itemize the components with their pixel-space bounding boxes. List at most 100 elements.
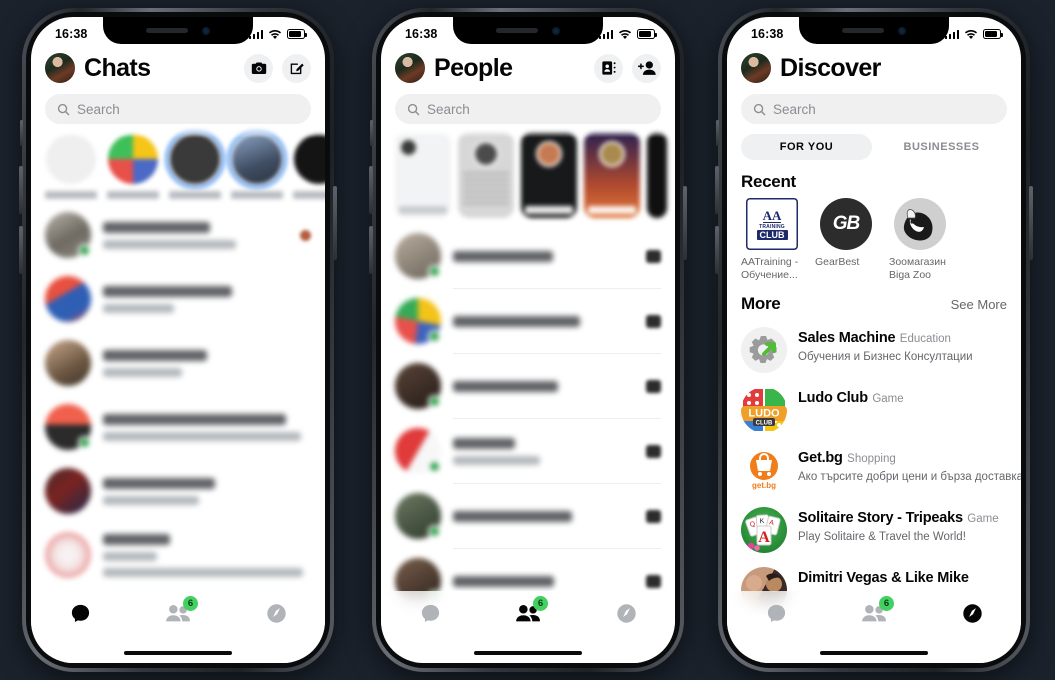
profile-avatar[interactable] [741, 53, 771, 83]
chat-row[interactable] [45, 459, 311, 523]
tab-chats[interactable] [381, 602, 479, 625]
chat-row[interactable] [45, 331, 311, 395]
recent-item[interactable]: AA TRAINING CLUB AATraining - Обучение..… [741, 198, 803, 282]
tab-discover[interactable] [227, 602, 325, 625]
story-your-story[interactable] [395, 132, 451, 218]
video-call-icon[interactable] [646, 509, 661, 523]
story-your-story[interactable] [45, 134, 97, 199]
story-item[interactable] [521, 132, 577, 218]
front-camera-icon [898, 26, 906, 35]
avatar [45, 404, 91, 450]
discover-item-name: Dimitri Vegas & Like Mike [798, 570, 969, 587]
tab-for-you[interactable]: FOR YOU [741, 134, 872, 160]
power-button[interactable] [1029, 186, 1033, 260]
camera-button[interactable] [244, 53, 273, 83]
discover-item-description: Play Solitaire & Travel the World! [798, 531, 966, 544]
list-item[interactable] [395, 484, 661, 548]
avatar [395, 363, 441, 409]
wifi-icon [268, 29, 282, 39]
gearbest-logo: GB [820, 198, 872, 250]
discover-row[interactable]: Sales Machine Education Обучения и Бизне… [741, 320, 1021, 380]
video-call-icon[interactable] [646, 314, 661, 328]
volume-down-button[interactable] [19, 226, 23, 274]
story-item[interactable] [169, 134, 221, 199]
tab-people[interactable]: 6 [129, 596, 227, 624]
search-placeholder: Search [773, 101, 816, 117]
compass-icon [266, 604, 286, 623]
discover-scroll-area[interactable]: Recent AA TRAINING CLUB AATraining - Обу… [727, 160, 1021, 663]
mute-switch[interactable] [716, 120, 719, 146]
chat-row[interactable] [45, 395, 311, 459]
compose-button[interactable] [282, 53, 311, 83]
story-item[interactable] [293, 134, 325, 199]
recent-item-label: GearBest [815, 256, 860, 268]
chat-row-text [103, 285, 311, 313]
discover-list[interactable]: Sales Machine Education Обучения и Бизне… [727, 320, 1021, 620]
people-scroll-area[interactable] [381, 124, 675, 663]
recent-item-label: Зоомагазин Biga Zoo [889, 256, 946, 282]
list-item[interactable] [395, 419, 661, 483]
discover-row[interactable]: Q K A A Solitaire Story - Tripeaks Game … [741, 500, 1021, 560]
mute-switch[interactable] [370, 120, 373, 146]
stories-row[interactable] [31, 124, 325, 203]
story-item[interactable] [584, 132, 640, 218]
compose-icon [290, 63, 304, 75]
list-item[interactable] [395, 289, 661, 353]
earpiece-speaker [842, 28, 884, 33]
story-item[interactable] [107, 134, 159, 199]
power-button[interactable] [683, 186, 687, 260]
volume-up-button[interactable] [369, 166, 373, 214]
volume-up-button[interactable] [715, 166, 719, 214]
tab-people[interactable]: 6 [479, 596, 577, 624]
discover-row[interactable]: LUDO CLUB Ludo Club Game [741, 380, 1021, 440]
list-item[interactable] [395, 224, 661, 288]
chat-row-text [103, 413, 311, 441]
video-call-icon[interactable] [646, 379, 661, 393]
recent-section-header: Recent [727, 160, 1021, 198]
see-more-link[interactable]: See More [951, 297, 1007, 312]
recent-item[interactable]: GB GearBest [815, 198, 877, 282]
volume-down-button[interactable] [715, 226, 719, 274]
chat-row[interactable] [45, 267, 311, 331]
section-title: More [741, 294, 781, 314]
chat-row[interactable] [45, 523, 311, 587]
recent-item[interactable]: Зоомагазин Biga Zoo [889, 198, 951, 282]
notch [453, 17, 603, 44]
list-item[interactable] [395, 354, 661, 418]
recent-item-label: AATraining - Обучение... [741, 256, 799, 282]
tab-businesses[interactable]: BUSINESSES [876, 134, 1007, 160]
discover-row[interactable]: get.bg Get.bg Shopping Ако търсите добри… [741, 440, 1021, 500]
story-item[interactable] [647, 132, 667, 218]
power-button[interactable] [333, 186, 337, 260]
volume-up-button[interactable] [19, 166, 23, 214]
mute-switch[interactable] [20, 120, 23, 146]
contacts-button[interactable] [594, 53, 623, 83]
tab-chats[interactable] [727, 602, 825, 625]
chat-list[interactable] [31, 203, 325, 587]
tab-people[interactable]: 6 [825, 596, 923, 624]
story-item[interactable] [231, 134, 283, 199]
search-input[interactable]: Search [741, 94, 1007, 124]
add-person-button[interactable] [632, 53, 661, 83]
compass-icon [616, 604, 636, 623]
tab-discover[interactable] [577, 602, 675, 625]
stories-row[interactable] [381, 124, 675, 224]
story-item[interactable] [458, 132, 514, 218]
discover-item-description: Обучения и Бизнес Консултации [798, 351, 973, 364]
profile-avatar[interactable] [395, 53, 425, 83]
video-call-icon[interactable] [646, 574, 661, 588]
search-input[interactable]: Search [45, 94, 311, 124]
tab-chats[interactable] [31, 602, 129, 625]
video-call-icon[interactable] [646, 249, 661, 263]
chat-row[interactable] [45, 203, 311, 267]
search-input[interactable]: Search [395, 94, 661, 124]
video-call-icon[interactable] [646, 444, 661, 458]
volume-down-button[interactable] [369, 226, 373, 274]
profile-avatar[interactable] [45, 53, 75, 83]
segmented-control: FOR YOU BUSINESSES [741, 134, 1007, 160]
tab-discover[interactable] [923, 602, 1021, 625]
person-name [453, 380, 634, 392]
notch [103, 17, 253, 44]
section-title: Recent [741, 172, 796, 191]
chats-scroll-area[interactable] [31, 124, 325, 663]
